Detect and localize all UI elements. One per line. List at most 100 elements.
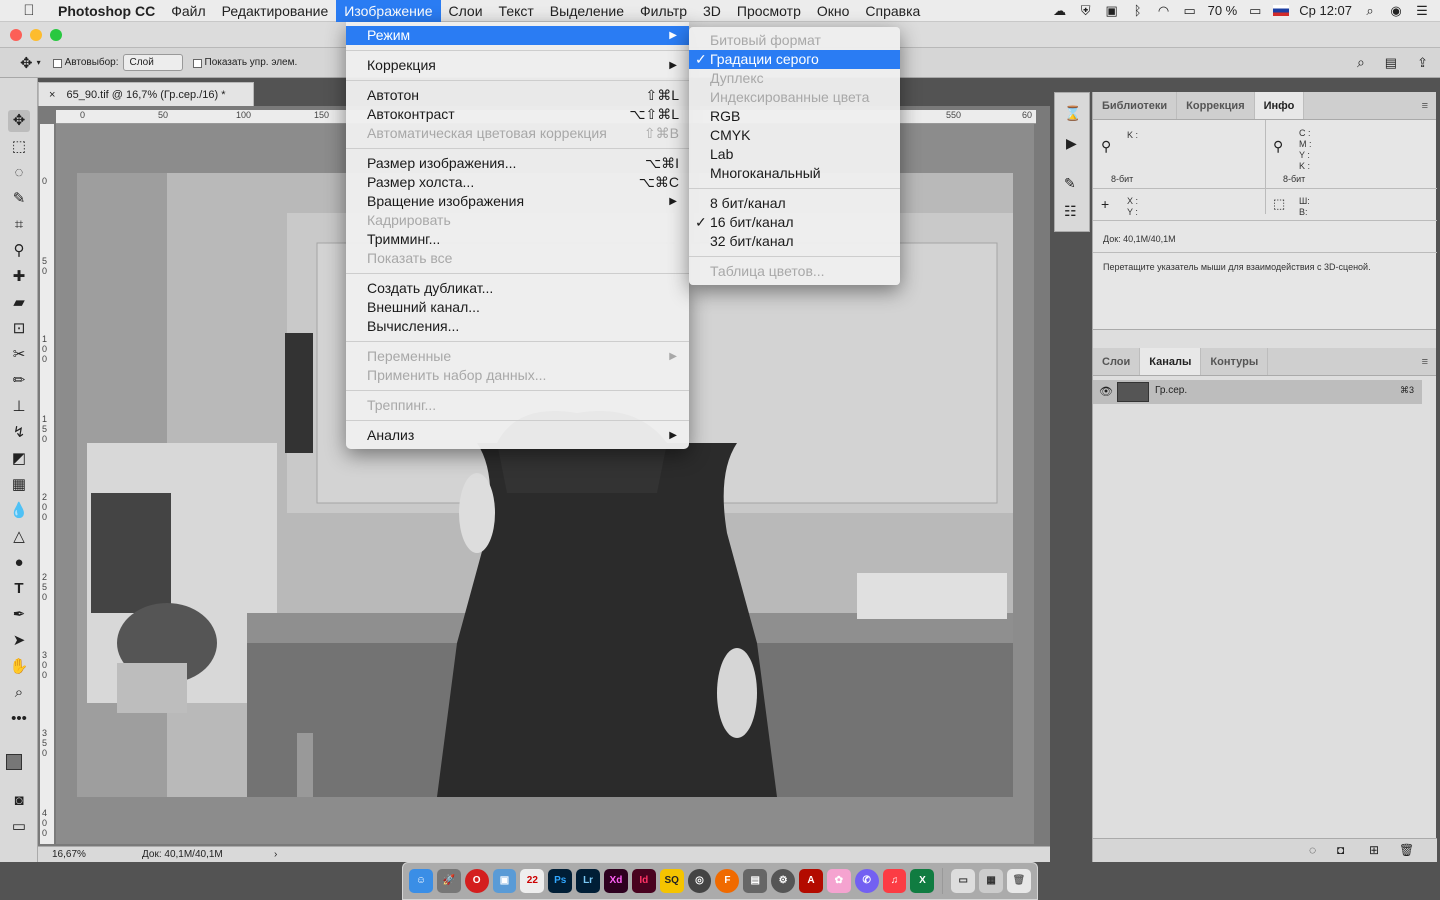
menu-image[interactable]: Изображение	[336, 0, 441, 22]
downloads-stack-icon[interactable]: ▭	[951, 869, 976, 893]
menu-select[interactable]: Выделение	[542, 0, 632, 22]
mode_menu-item[interactable]: Многоканальный	[689, 164, 900, 183]
image_menu-item[interactable]: Режим ▶	[346, 26, 689, 45]
screen-mode-icon[interactable]: ▭	[8, 816, 30, 838]
quick-select-tool-icon[interactable]: ✎	[8, 188, 30, 210]
menu-3d[interactable]: 3D	[695, 0, 729, 22]
apple-icon[interactable]: 	[20, 2, 38, 19]
viber-icon[interactable]: ✆	[854, 869, 879, 893]
mode_menu-item[interactable]: 32 бит/канал	[689, 232, 900, 251]
menu-edit[interactable]: Редактирование	[214, 0, 337, 22]
mode_menu-item[interactable]: CMYK	[689, 126, 900, 145]
airplay-icon[interactable]: ▭	[1182, 3, 1198, 19]
puppet-warp-icon[interactable]: ✂	[8, 344, 30, 366]
menu-file[interactable]: Файл	[163, 0, 213, 22]
camera-raw-icon[interactable]: ◎	[687, 869, 712, 893]
brush-settings-icon[interactable]: ✎	[1064, 175, 1076, 192]
opera-icon[interactable]: O	[464, 869, 489, 893]
blur-tool-icon[interactable]: 💧	[8, 500, 30, 522]
indesign-icon[interactable]: Id	[631, 869, 656, 893]
chevron-right-icon[interactable]: ›	[274, 847, 277, 863]
menu-help[interactable]: Справка	[857, 0, 928, 22]
image_menu-item[interactable]: Вычисления...	[346, 317, 689, 336]
show-controls-checkbox[interactable]	[192, 59, 202, 68]
image_menu-item[interactable]: Размер холста... ⌥⌘C	[346, 173, 689, 192]
tab-paths[interactable]: Контуры	[1201, 348, 1269, 375]
crop-tool-icon[interactable]: ⌗	[8, 214, 30, 236]
history-panel-icon[interactable]: ⌛	[1064, 105, 1081, 122]
shield-icon[interactable]: ⛨	[1078, 3, 1094, 19]
menu-layers[interactable]: Слои	[441, 0, 491, 22]
menu-filter[interactable]: Фильтр	[632, 0, 695, 22]
clock[interactable]: Ср 12:07	[1299, 3, 1352, 18]
menu-text[interactable]: Текст	[491, 0, 542, 22]
move-tool-icon[interactable]: ✥	[20, 54, 33, 72]
brush-tool-icon[interactable]: ✏	[8, 370, 30, 392]
share-icon[interactable]: ⇪	[1417, 55, 1428, 71]
tab-layers[interactable]: Слои	[1093, 348, 1141, 375]
foreground-color-swatch[interactable]	[6, 754, 22, 770]
trash-icon[interactable]: 🗑	[1007, 869, 1031, 893]
channel-row[interactable]: 👁 Гр.сер. ⌘3	[1093, 380, 1422, 404]
eye-visibility-icon[interactable]: 👁	[1099, 385, 1113, 398]
system-preferences-icon[interactable]: ⚙	[771, 869, 796, 893]
autoselect-checkbox[interactable]	[52, 59, 62, 68]
dodge-tool-icon[interactable]: ●	[8, 552, 30, 574]
excel-icon[interactable]: X	[910, 869, 935, 893]
notification-center-icon[interactable]: ☰	[1414, 3, 1430, 19]
tab-libraries[interactable]: Библиотеки	[1093, 92, 1178, 119]
panel-menu-icon[interactable]: ≡	[1422, 348, 1436, 375]
russian-flag-icon[interactable]	[1273, 5, 1290, 16]
panel-menu-icon[interactable]: ≡	[1422, 92, 1436, 119]
photos-icon[interactable]: ✿	[826, 869, 851, 893]
actions-play-icon[interactable]: ▶	[1066, 135, 1077, 152]
acrobat-icon[interactable]: A	[799, 869, 823, 893]
mode_menu-item[interactable]: RGB	[689, 107, 900, 126]
calendar-icon[interactable]: 22	[520, 869, 545, 893]
menu-photoshop[interactable]: Photoshop CC	[50, 0, 163, 22]
path-select-tool-icon[interactable]: ➤	[8, 630, 30, 652]
fontlab-icon[interactable]: F	[715, 869, 740, 893]
clone-stamp-tool-icon[interactable]: ⊥	[8, 396, 30, 418]
image_menu-item[interactable]: Автоконтраст ⌥⇧⌘L	[346, 105, 689, 124]
tab-info[interactable]: Инфо	[1254, 92, 1305, 119]
frame-tool-icon[interactable]: ⊡	[8, 318, 30, 340]
zoom-window-button[interactable]	[50, 29, 62, 41]
load-channel-selection-icon[interactable]: ◌	[1309, 843, 1316, 857]
launchpad-icon[interactable]: 🚀	[436, 869, 461, 893]
document-tab[interactable]: × 65_90.tif @ 16,7% (Гр.сер./16) *	[38, 82, 254, 106]
image_menu-item[interactable]: Анализ ▶	[346, 426, 689, 445]
wifi-icon[interactable]: ◠	[1156, 3, 1172, 19]
lightroom-icon[interactable]: Lr	[576, 869, 601, 893]
finder-icon[interactable]: ☺	[409, 869, 433, 893]
lasso-tool-icon[interactable]: ◌	[8, 162, 30, 184]
mode_menu-item[interactable]: ✓ 16 бит/канал	[689, 213, 900, 232]
xd-icon[interactable]: Xd	[604, 869, 628, 893]
tab-channels[interactable]: Каналы	[1140, 348, 1202, 375]
tab-adjustments[interactable]: Коррекция	[1177, 92, 1255, 119]
image_menu-item[interactable]: Автотон ⇧⌘L	[346, 86, 689, 105]
mode_menu-item[interactable]: 8 бит/канал	[689, 194, 900, 213]
type-tool-icon[interactable]: T	[8, 578, 30, 600]
new-channel-icon[interactable]: ⊞	[1369, 843, 1379, 857]
image_menu-item[interactable]: Тримминг...	[346, 230, 689, 249]
move-tool-icon[interactable]: ✥	[8, 110, 30, 132]
minimize-window-button[interactable]	[30, 29, 42, 41]
hand-tool-icon[interactable]: ✋	[8, 656, 30, 678]
marquee-tool-icon[interactable]: ⬚	[8, 136, 30, 158]
image_menu-item[interactable]: Вращение изображения ▶	[346, 192, 689, 211]
more-tools-icon[interactable]: •••	[8, 708, 30, 730]
menu-window[interactable]: Окно	[809, 0, 858, 22]
quick-mask-icon[interactable]: ◙	[8, 790, 30, 812]
creative-cloud-icon[interactable]: ☁	[1052, 3, 1068, 19]
zoom-tool-icon[interactable]: ⌕	[8, 682, 30, 704]
spotlight-search-icon[interactable]: ⌕	[1362, 3, 1378, 19]
image_menu-item[interactable]: Внешний канал...	[346, 298, 689, 317]
image_menu-item[interactable]: Создать дубликат...	[346, 279, 689, 298]
mode_menu-item[interactable]: Lab	[689, 145, 900, 164]
history-brush-tool-icon[interactable]: ↯	[8, 422, 30, 444]
autoselect-dropdown[interactable]: Слой	[122, 54, 183, 71]
photoshop-icon[interactable]: Ps	[548, 869, 573, 893]
trash-icon[interactable]: 🗑	[1399, 843, 1414, 857]
eraser-tool-icon[interactable]: ◩	[8, 448, 30, 470]
